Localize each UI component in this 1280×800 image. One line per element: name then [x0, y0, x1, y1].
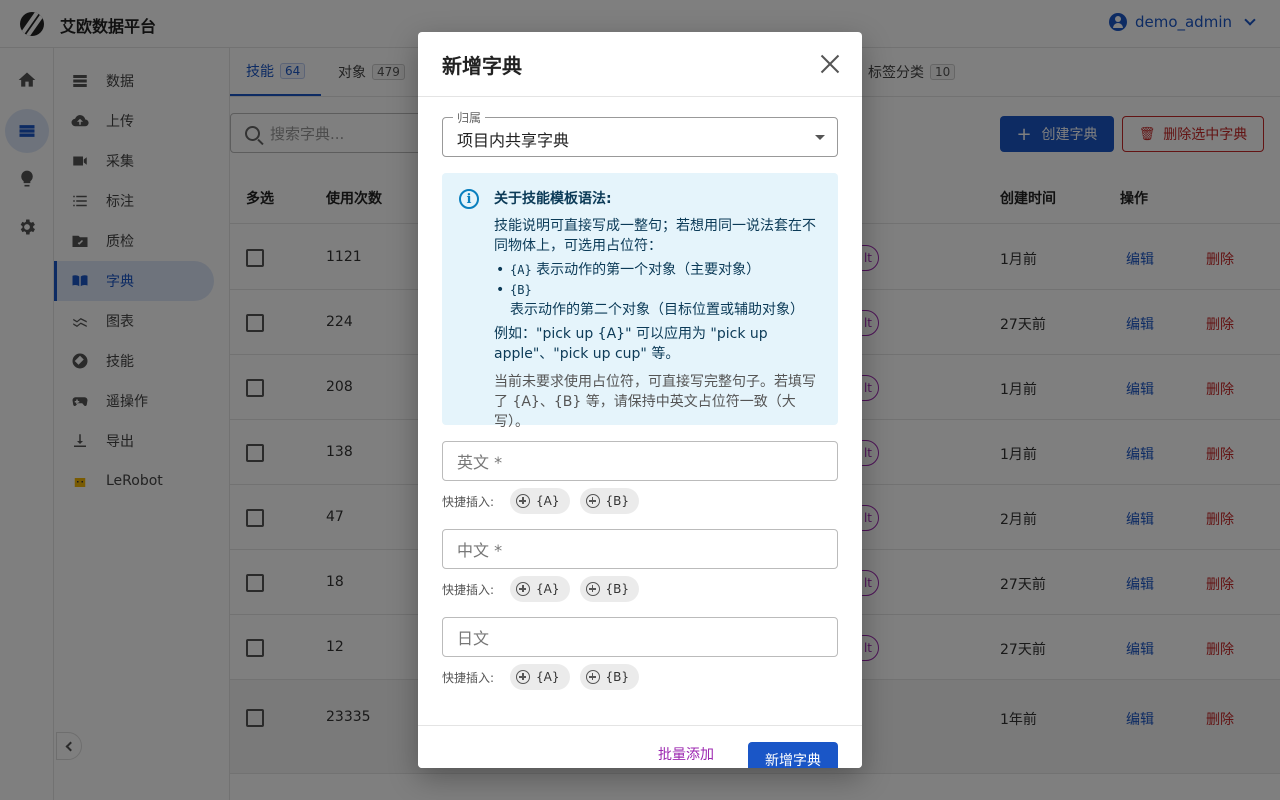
batch-add-button[interactable]: 批量添加 — [658, 744, 714, 764]
dialog-title: 新增字典 — [442, 54, 522, 78]
owner-select-value: 项目内共享字典 — [457, 131, 570, 150]
insert-b-chip[interactable]: {B} — [579, 664, 640, 690]
submit-add-button[interactable]: 新增字典 — [748, 742, 838, 768]
code-placeholder-a: {A} — [510, 263, 532, 277]
close-icon[interactable] — [820, 54, 840, 74]
add-circle-icon — [585, 670, 600, 684]
quick-insert-label: 快捷插入: — [442, 494, 495, 509]
chip-text: {A} — [536, 670, 560, 684]
add-circle-icon — [516, 582, 531, 596]
insert-b-chip[interactable]: {B} — [579, 488, 640, 514]
chip-text: {B} — [605, 494, 630, 508]
add-circle-icon — [585, 582, 600, 596]
english-placeholder: 英文 * — [457, 453, 503, 472]
info-intro: 技能说明可直接写成一整句；若想用同一说法套在不同物体上，可选用占位符： — [494, 218, 816, 254]
owner-select-label: 归属 — [453, 109, 486, 126]
quick-insert-chinese: 快捷插入: {A} {B} — [442, 576, 640, 602]
code-placeholder-b: {B} — [510, 283, 532, 297]
quick-insert-english: 快捷插入: {A} {B} — [442, 488, 640, 514]
dialog-footer: 批量添加 新增字典 — [418, 725, 862, 768]
dropdown-arrow-icon — [815, 135, 825, 140]
chip-text: {A} — [536, 582, 560, 596]
add-circle-icon — [585, 494, 600, 508]
insert-a-chip[interactable]: {A} — [510, 488, 570, 514]
info-example: 例如："pick up {A}" 可以应用为 "pick up apple"、"… — [494, 326, 768, 362]
english-field[interactable]: 英文 * — [442, 441, 838, 481]
info-icon: i — [459, 189, 479, 209]
japanese-placeholder: 日文 — [457, 629, 490, 648]
info-title: 关于技能模板语法: — [494, 191, 612, 207]
add-circle-icon — [516, 670, 531, 684]
quick-insert-label: 快捷插入: — [442, 670, 495, 685]
dialog-header: 新增字典 — [418, 32, 862, 97]
info-note: 当前未要求使用占位符，可直接写完整句子。若填写了 {A}、{B} 等，请保持中英… — [494, 374, 816, 430]
japanese-field[interactable]: 日文 — [442, 617, 838, 657]
insert-a-chip[interactable]: {A} — [510, 576, 570, 602]
info-bullet-a: {A} 表示动作的第一个对象（主要对象） — [494, 260, 824, 280]
insert-a-chip[interactable]: {A} — [510, 664, 570, 690]
chinese-placeholder: 中文 * — [457, 541, 503, 560]
add-dictionary-dialog: 新增字典 归属 项目内共享字典 i 关于技能模板语法: 技能说明可直接写成一整句… — [418, 32, 862, 768]
bullet-b-text: 表示动作的第二个对象（目标位置或辅助对象） — [510, 302, 804, 318]
info-bullet-b: {B} 表示动作的第二个对象（目标位置或辅助对象） — [494, 280, 824, 320]
chip-text: {A} — [536, 494, 560, 508]
template-syntax-info: i 关于技能模板语法: 技能说明可直接写成一整句；若想用同一说法套在不同物体上，… — [442, 173, 838, 430]
chinese-field[interactable]: 中文 * — [442, 529, 838, 569]
add-circle-icon — [516, 494, 531, 508]
quick-insert-label: 快捷插入: — [442, 582, 495, 597]
chip-text: {B} — [605, 582, 630, 596]
chip-text: {B} — [605, 670, 630, 684]
owner-select[interactable]: 归属 项目内共享字典 — [442, 109, 838, 157]
insert-b-chip[interactable]: {B} — [579, 576, 640, 602]
bullet-a-text: 表示动作的第一个对象（主要对象） — [531, 262, 761, 278]
quick-insert-japanese: 快捷插入: {A} {B} — [442, 664, 640, 690]
